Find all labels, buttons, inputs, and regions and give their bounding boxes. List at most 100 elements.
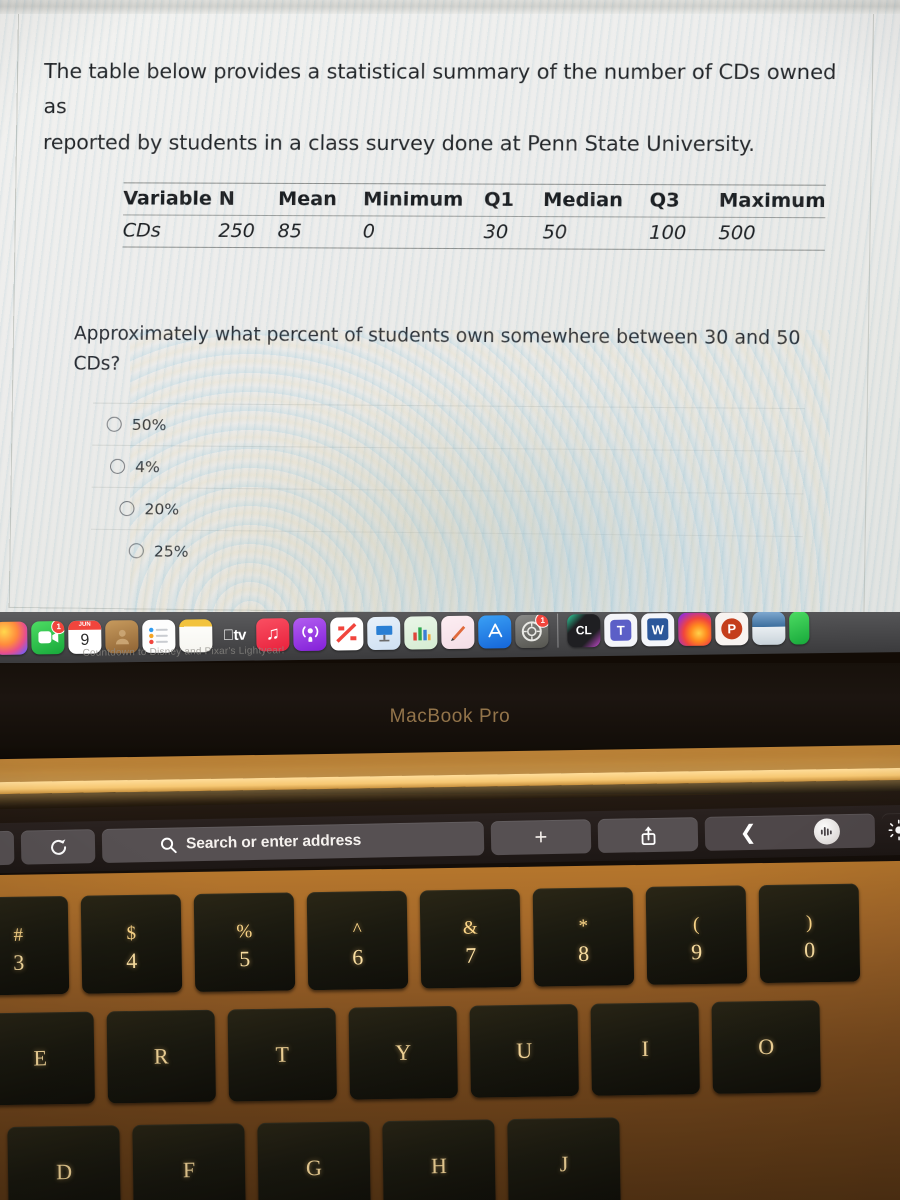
key-g[interactable]: G [257, 1121, 371, 1200]
key-0[interactable]: ) 0 [758, 883, 861, 984]
td-n: 250 [218, 219, 256, 243]
dock-item-system-preferences[interactable]: 1 [515, 614, 549, 648]
touch-bar-search-placeholder: Search or enter address [185, 831, 362, 853]
radio-button-icon[interactable] [128, 543, 144, 559]
news-icon [335, 623, 356, 643]
photo-of-macbook-pro: The table below provides a statistical s… [0, 0, 900, 1200]
answer-option-label: 25% [153, 541, 189, 561]
radio-button-icon[interactable] [109, 458, 126, 474]
th-q1: Q1 [483, 188, 515, 211]
table-header-row: Variable N Mean Minimum Q1 Median Q3 Max… [123, 182, 826, 218]
dock-item-pages[interactable] [441, 615, 475, 649]
dock-item-microsoft-powerpoint[interactable]: P [715, 612, 749, 646]
key-label: F [182, 1157, 196, 1183]
chevron-left-icon[interactable]: ❮ [740, 822, 757, 844]
dock-item-keynote[interactable] [367, 616, 401, 650]
answer-option-2[interactable]: 4% [91, 444, 805, 494]
question-line-1: Approximately what percent of students o… [73, 323, 801, 350]
key-u[interactable]: U [469, 1003, 579, 1098]
key-9[interactable]: ( 9 [645, 885, 748, 985]
key-shift-label: $ [126, 922, 137, 945]
music-note-icon: ♫ [265, 623, 281, 645]
share-icon [641, 826, 655, 845]
key-e[interactable]: E [0, 1011, 95, 1106]
key-h[interactable]: H [382, 1119, 496, 1200]
laptop-keyboard: # 3 $ 4 % 5 ^ 6 & 7 * 8 (9) 0 E R T Y … [0, 860, 900, 1200]
word-label: W [647, 618, 669, 641]
answer-option-1[interactable]: 50% [92, 402, 805, 451]
radio-button-icon[interactable] [119, 500, 135, 517]
key-o[interactable]: O [711, 1000, 821, 1094]
key-label: Y [395, 1039, 412, 1065]
dock-item-numbers[interactable] [404, 615, 438, 650]
dock-item-clion[interactable]: CL [567, 613, 601, 647]
touch-bar-control-strip[interactable]: ❮ [704, 813, 876, 851]
clion-label: CL [575, 623, 592, 638]
keyboard-home-row: D F G H J [7, 1117, 621, 1200]
dock-item-firefox[interactable] [678, 612, 712, 646]
contact-book-icon [115, 629, 129, 645]
touch-bar-new-tab-button[interactable]: + [490, 819, 592, 856]
dock-item-preview-screenshot[interactable] [752, 612, 786, 645]
key-7[interactable]: & 7 [419, 888, 522, 989]
prompt-line-1: The table below provides a statistical s… [43, 59, 837, 119]
key-t[interactable]: T [227, 1007, 337, 1102]
key-r[interactable]: R [106, 1009, 216, 1104]
key-label: U [516, 1037, 533, 1063]
key-shift-label: * [578, 915, 589, 937]
touch-bar-escape-button[interactable] [0, 830, 15, 866]
key-4[interactable]: $ 4 [80, 894, 183, 994]
dock-item-microsoft-teams[interactable]: T [604, 613, 638, 647]
key-6[interactable]: ^ 6 [306, 890, 409, 991]
key-label: 6 [352, 944, 364, 970]
keyboard-number-row: # 3 $ 4 % 5 ^ 6 & 7 * 8 (9) 0 [0, 883, 861, 996]
key-label: J [559, 1151, 569, 1177]
siri-icon[interactable] [813, 818, 841, 845]
key-5[interactable]: % 5 [193, 892, 296, 992]
key-label: O [758, 1033, 775, 1060]
answer-options-list: 50% 4% 20% 25% [90, 402, 805, 579]
dock-item-news[interactable] [330, 616, 364, 651]
question-line-2: CDs? [73, 353, 121, 375]
table-row: CDs 250 85 0 30 50 100 500 [122, 214, 826, 251]
plus-icon: + [534, 824, 548, 850]
key-y[interactable]: Y [348, 1005, 458, 1100]
answer-option-4[interactable]: 25% [90, 528, 803, 579]
key-shift-label: & [462, 917, 478, 939]
answer-option-3[interactable]: 20% [91, 486, 804, 537]
notification-badge: 1 [51, 620, 65, 634]
radio-button-icon[interactable] [106, 416, 122, 432]
touch-bar-address-bar[interactable]: Search or enter address [101, 821, 485, 864]
dock-item-photos[interactable] [0, 621, 28, 655]
touch-bar-reload-button[interactable] [20, 829, 96, 865]
touch-bar-brightness-button[interactable] [882, 813, 900, 848]
td-mean: 85 [277, 220, 303, 243]
key-3[interactable]: # 3 [0, 895, 70, 996]
key-shift-label: ^ [352, 919, 362, 941]
dock-item-podcasts[interactable] [293, 617, 327, 651]
laptop-screen: The table below provides a statistical s… [0, 0, 900, 620]
reminders-list-icon [148, 627, 168, 645]
answer-option-label: 50% [131, 415, 167, 434]
dock-item-microsoft-word[interactable]: W [641, 612, 675, 647]
dock-item-app-store[interactable] [478, 614, 512, 649]
key-label: 3 [13, 949, 25, 975]
key-label: 0 [803, 937, 816, 963]
key-d[interactable]: D [7, 1125, 121, 1200]
th-n: N [218, 187, 236, 210]
dock-item-trailing[interactable] [789, 612, 810, 645]
key-8[interactable]: * 8 [532, 887, 635, 987]
key-i[interactable]: I [590, 1002, 700, 1096]
td-q3: 100 [648, 221, 687, 245]
th-median: Median [542, 188, 624, 212]
key-label: 9 [690, 939, 703, 965]
siri-waveform-icon [821, 827, 832, 837]
key-f[interactable]: F [132, 1123, 246, 1200]
key-label: G [305, 1155, 323, 1181]
touch-bar-share-button[interactable] [597, 817, 699, 854]
key-label: I [641, 1035, 650, 1061]
dock-item-facetime[interactable]: 1 [31, 620, 65, 654]
key-j[interactable]: J [507, 1117, 621, 1200]
td-maximum: 500 [718, 221, 756, 245]
key-shift-label: % [236, 921, 253, 943]
